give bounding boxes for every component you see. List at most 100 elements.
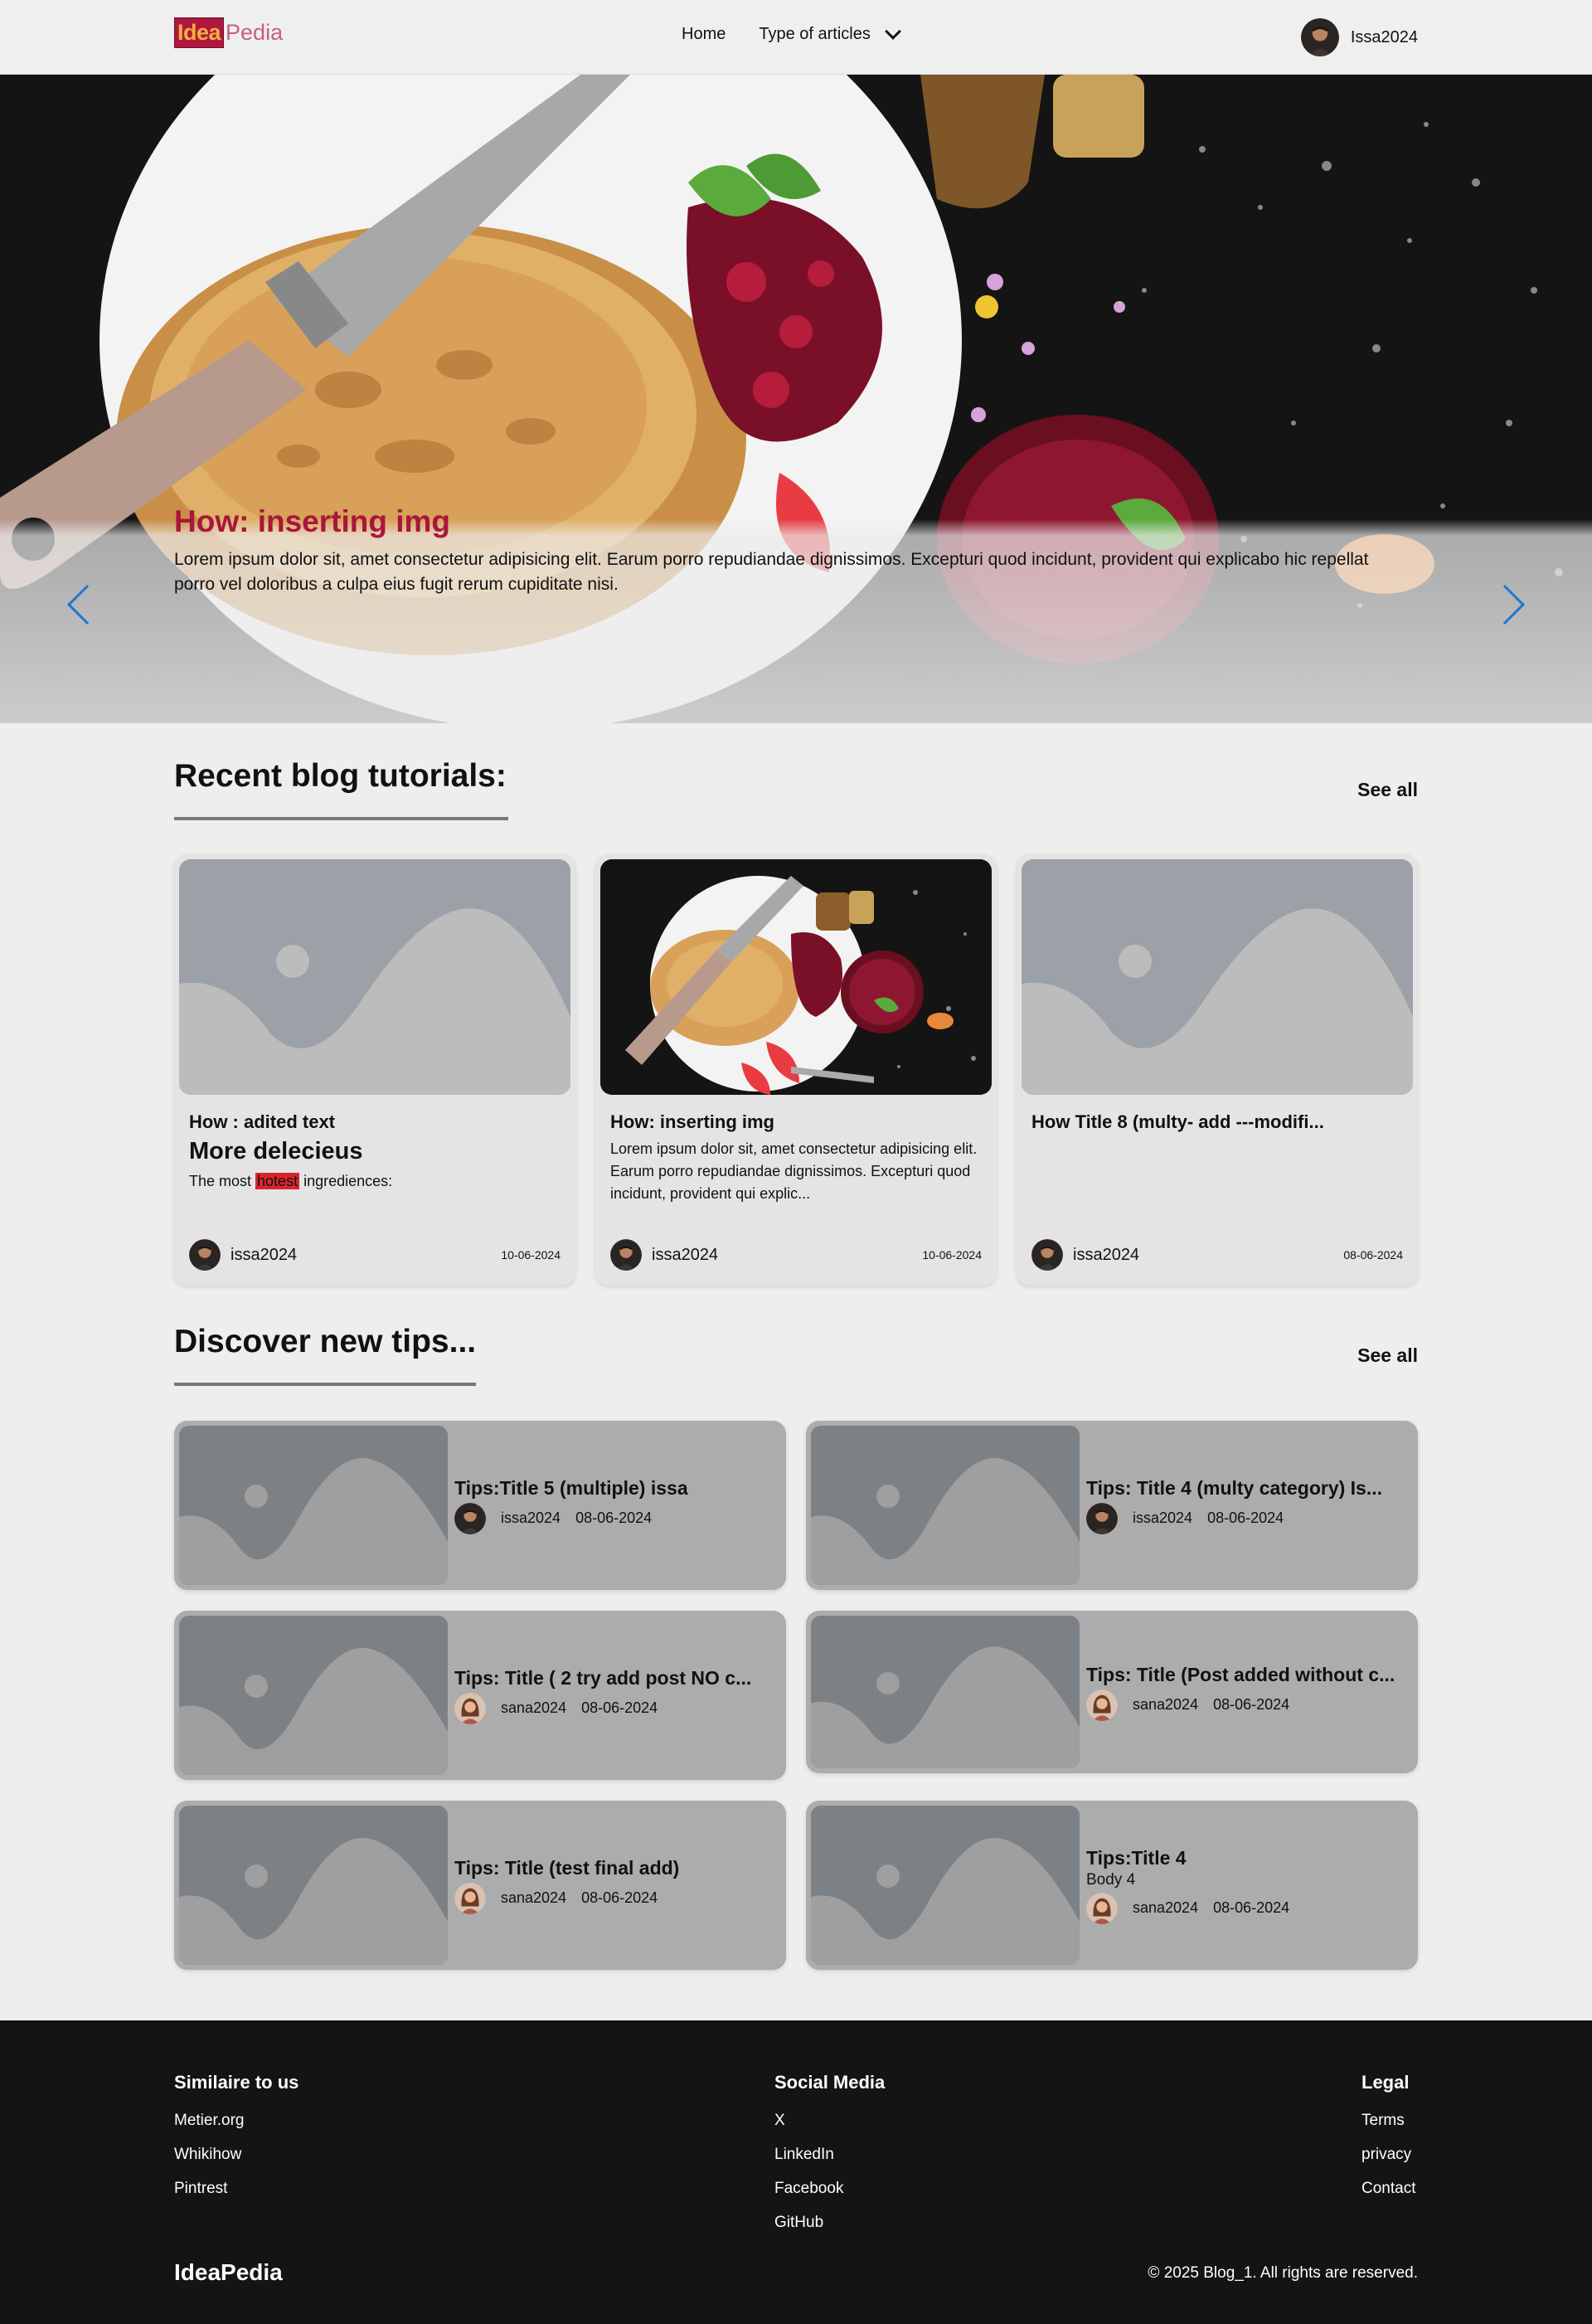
footer-link-facebook[interactable]: Facebook xyxy=(774,2180,885,2198)
footer-link-github[interactable]: GitHub xyxy=(774,2214,885,2232)
footer-column-title: Social Media xyxy=(774,2072,886,2093)
blog-card-footer: issa2024 10-06-2024 xyxy=(189,1239,561,1271)
tip-card-4[interactable]: Tips: Title (Post added without c... san… xyxy=(806,1611,1418,1773)
author-avatar xyxy=(1031,1239,1063,1271)
tip-card-image-placeholder xyxy=(179,1806,448,1965)
tip-card-image-placeholder xyxy=(811,1616,1080,1768)
tip-card-date: 08-06-2024 xyxy=(581,1889,658,1906)
author-avatar xyxy=(189,1239,221,1271)
hero-description: Lorem ipsum dolor sit, amet consectetur … xyxy=(174,550,1369,594)
main-nav: Home Type of articles xyxy=(682,22,901,44)
tip-card-1[interactable]: Tips:Title 5 (multiple) issa issa2024 08… xyxy=(174,1421,786,1590)
tip-card-image-placeholder xyxy=(179,1426,448,1585)
blog-card-3[interactable]: How Title 8 (multy- add ---modifi... iss… xyxy=(1017,854,1418,1286)
hero-carousel xyxy=(0,75,1592,723)
footer-link-contact[interactable]: Contact xyxy=(1361,2180,1415,2198)
tip-card-3[interactable]: Tips: Title ( 2 try add post NO c... san… xyxy=(174,1611,786,1780)
footer-social-column: Social Media X LinkedIn Facebook GitHub xyxy=(774,2072,885,2248)
tip-card-meta: issa2024 08-06-2024 xyxy=(1086,1503,1403,1534)
tip-card-body: Tips:Title 4 Body 4 sana2024 08-06-2024 xyxy=(1086,1801,1403,1970)
site-footer: Similaire to us Metier.org Whikihow Pint… xyxy=(0,2020,1592,2324)
blog-card-body: How Title 8 (multy- add ---modifi... xyxy=(1031,1111,1403,1138)
tip-card-6[interactable]: Tips:Title 4 Body 4 sana2024 08-06-2024 xyxy=(806,1801,1418,1970)
hero-image xyxy=(0,75,1592,723)
blog-card-author: issa2024 xyxy=(189,1239,297,1271)
nav-article-types-label: Type of articles xyxy=(759,25,871,43)
blog-card-excerpt: Lorem ipsum dolor sit, amet consectetur … xyxy=(610,1140,978,1202)
author-avatar xyxy=(454,1883,486,1914)
tip-card-title: Tips: Title 4 (multy category) Is... xyxy=(1086,1476,1383,1499)
recent-see-all-link[interactable]: See all xyxy=(1357,779,1418,801)
page: Idea Pedia Home Type of articles Issa202… xyxy=(0,0,1592,2324)
blog-card-body: How : adited text More delecieus The mos… xyxy=(189,1111,561,1193)
blog-card-excerpt: The most hotest ingrediences: xyxy=(189,1170,561,1193)
blog-card-2[interactable]: How: inserting img Lorem ipsum dolor sit… xyxy=(595,854,997,1286)
blog-card-author: issa2024 xyxy=(1031,1239,1139,1271)
author-avatar xyxy=(1086,1893,1118,1924)
tip-card-meta: sana2024 08-06-2024 xyxy=(1086,1690,1403,1721)
footer-link-pintrest[interactable]: Pintrest xyxy=(174,2180,298,2198)
footer-copyright: © 2025 Blog_1. All rights are reserved. xyxy=(1148,2264,1418,2282)
blog-card-subtitle: More delecieus xyxy=(189,1138,363,1164)
tip-card-2[interactable]: Tips: Title 4 (multy category) Is... iss… xyxy=(806,1421,1418,1590)
nav-home-link[interactable]: Home xyxy=(682,25,726,44)
author-avatar xyxy=(610,1239,642,1271)
tip-card-image-placeholder xyxy=(179,1616,448,1775)
tip-card-image-placeholder xyxy=(811,1426,1080,1585)
tip-card-body: Tips: Title 4 (multy category) Is... iss… xyxy=(1086,1421,1403,1590)
blog-card-date: 08-06-2024 xyxy=(1343,1248,1403,1262)
tip-card-body: Tips:Title 5 (multiple) issa issa2024 08… xyxy=(454,1421,771,1590)
logo-part-idea: Idea xyxy=(174,17,225,48)
footer-link-terms[interactable]: Terms xyxy=(1361,2112,1415,2130)
brand-logo[interactable]: Idea Pedia xyxy=(174,17,283,48)
footer-column-title: Legal xyxy=(1361,2072,1410,2093)
footer-brand: IdeaPedia xyxy=(174,2259,283,2285)
user-name: Issa2024 xyxy=(1350,27,1418,46)
chevron-down-icon xyxy=(884,22,901,40)
tip-card-meta: sana2024 08-06-2024 xyxy=(1086,1893,1403,1924)
hero-caption: How: inserting img Lorem ipsum dolor sit… xyxy=(174,504,1401,597)
footer-legal-column: Legal Terms privacy Contact xyxy=(1361,2072,1415,2214)
footer-link-metier[interactable]: Metier.org xyxy=(174,2112,298,2130)
tip-card-meta: sana2024 08-06-2024 xyxy=(454,1883,771,1914)
footer-link-privacy[interactable]: privacy xyxy=(1361,2146,1415,2164)
tip-card-image-placeholder xyxy=(811,1806,1080,1965)
author-name: issa2024 xyxy=(501,1510,561,1526)
tip-card-date: 08-06-2024 xyxy=(1213,1899,1290,1916)
author-name: issa2024 xyxy=(652,1245,719,1264)
footer-similar-column: Similaire to us Metier.org Whikihow Pint… xyxy=(174,2072,298,2214)
tips-section-underline xyxy=(174,1383,476,1386)
author-avatar xyxy=(1086,1503,1118,1534)
blog-card-date: 10-06-2024 xyxy=(922,1248,982,1262)
author-avatar xyxy=(1086,1690,1118,1721)
author-name: issa2024 xyxy=(231,1245,298,1264)
tip-card-5[interactable]: Tips: Title (test final add) sana2024 08… xyxy=(174,1801,786,1970)
blog-card-author: issa2024 xyxy=(610,1239,718,1271)
recent-section-title: Recent blog tutorials: xyxy=(174,758,507,794)
footer-link-x[interactable]: X xyxy=(774,2112,885,2130)
footer-link-whikihow[interactable]: Whikihow xyxy=(174,2146,298,2164)
tip-card-body-text: Body 4 xyxy=(1086,1870,1136,1889)
user-menu[interactable]: Issa2024 xyxy=(1301,18,1418,56)
author-name: sana2024 xyxy=(501,1889,567,1906)
excerpt-text: ingrediences: xyxy=(299,1173,393,1189)
excerpt-highlight: hotest xyxy=(255,1173,300,1189)
blog-card-title: How: inserting img xyxy=(610,1111,774,1132)
tip-card-meta: issa2024 08-06-2024 xyxy=(454,1503,771,1534)
hero-title[interactable]: How: inserting img xyxy=(174,504,1401,539)
blog-card-image xyxy=(600,859,992,1095)
tip-card-date: 08-06-2024 xyxy=(575,1510,653,1526)
tips-see-all-link[interactable]: See all xyxy=(1357,1344,1418,1367)
author-name: sana2024 xyxy=(1133,1696,1199,1713)
excerpt-text: The most xyxy=(189,1173,256,1189)
blog-card-image-placeholder xyxy=(179,859,570,1095)
tip-card-body: Tips: Title ( 2 try add post NO c... san… xyxy=(454,1611,771,1780)
tip-card-meta: sana2024 08-06-2024 xyxy=(454,1693,771,1724)
footer-link-linkedin[interactable]: LinkedIn xyxy=(774,2146,885,2164)
user-avatar xyxy=(1301,18,1339,56)
blog-card-1[interactable]: How : adited text More delecieus The mos… xyxy=(174,854,575,1286)
nav-article-types-dropdown[interactable]: Type of articles xyxy=(759,22,901,44)
tip-card-title: Tips:Title 5 (multiple) issa xyxy=(454,1476,688,1499)
footer-column-title: Similaire to us xyxy=(174,2072,299,2093)
author-name: sana2024 xyxy=(501,1699,567,1716)
